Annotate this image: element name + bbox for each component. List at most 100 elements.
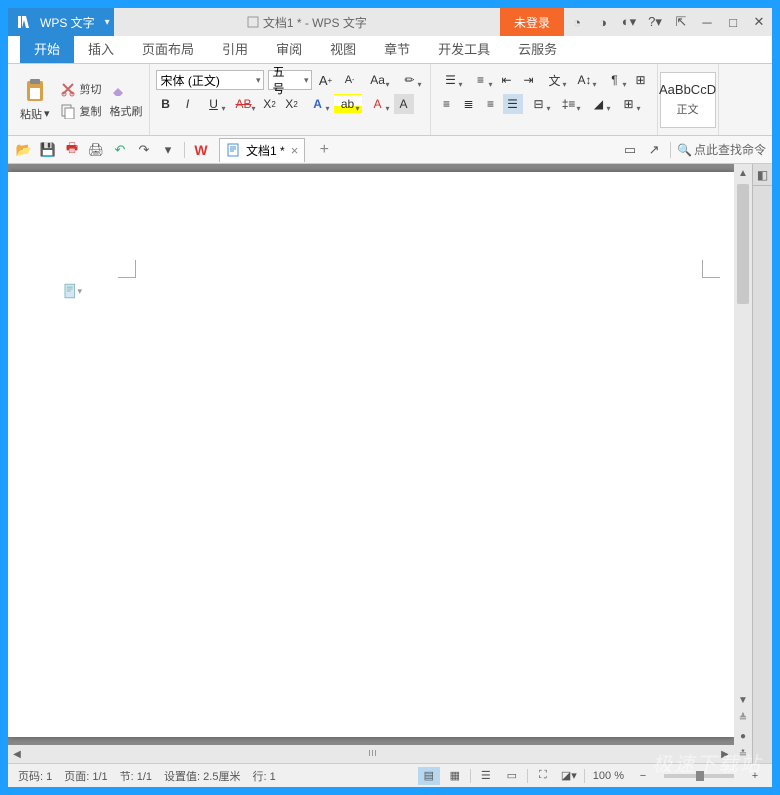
document-tab[interactable]: 文档1 * × bbox=[219, 138, 305, 162]
app-menu-dropdown[interactable]: ▾ bbox=[101, 15, 114, 30]
scroll-up-icon[interactable]: ▲ bbox=[734, 164, 752, 182]
zoom-in-icon[interactable]: + bbox=[744, 767, 766, 785]
tab-page-layout[interactable]: 页面布局 bbox=[128, 34, 208, 63]
close-tab-icon[interactable]: × bbox=[291, 143, 299, 158]
shading-button[interactable]: ◢ bbox=[585, 94, 613, 114]
eraser-button[interactable] bbox=[110, 81, 143, 97]
document-page[interactable]: ▾ bbox=[8, 172, 734, 737]
font-color-button[interactable]: A bbox=[304, 94, 332, 114]
tab-insert[interactable]: 插入 bbox=[74, 34, 128, 63]
scroll-right-icon[interactable]: ▶ bbox=[716, 745, 734, 763]
page-marker-icon[interactable]: ▾ bbox=[64, 282, 82, 300]
maximize-icon[interactable]: □ bbox=[720, 8, 746, 36]
open-icon[interactable]: 📂 bbox=[14, 140, 34, 160]
skin-icon[interactable]: ◐▾ bbox=[616, 8, 642, 36]
zoom-out-icon[interactable]: − bbox=[632, 767, 654, 785]
distribute-button[interactable]: ⊟ bbox=[525, 94, 553, 114]
vertical-scrollbar[interactable]: ▲ ▼ ≜ ● ≛ bbox=[734, 164, 752, 763]
search-command[interactable]: 🔍 点此查找命令 bbox=[677, 141, 766, 158]
subscript-button[interactable]: X2 bbox=[282, 94, 302, 114]
wps-home-icon[interactable]: W bbox=[191, 140, 211, 160]
strikethrough-button[interactable]: AB bbox=[230, 94, 258, 114]
italic-button[interactable]: I bbox=[178, 94, 198, 114]
font-name-select[interactable]: 宋体 (正文)▾ bbox=[156, 70, 264, 90]
tab-cloud[interactable]: 云服务 bbox=[504, 34, 571, 63]
export-icon[interactable]: ↗ bbox=[644, 140, 664, 160]
view-reading-icon[interactable]: ▭ bbox=[501, 767, 523, 785]
view-fullscreen-icon[interactable]: ⛶ bbox=[532, 767, 554, 785]
text-direction-button[interactable]: 文 bbox=[541, 70, 569, 90]
horizontal-scrollbar[interactable]: ◀ ▶ bbox=[8, 745, 734, 763]
change-case-button[interactable]: Aa bbox=[364, 70, 392, 90]
paste-button[interactable]: 粘贴▾ bbox=[14, 76, 56, 124]
text-effects-button[interactable]: A bbox=[364, 94, 392, 114]
tab-view[interactable]: 视图 bbox=[316, 34, 370, 63]
undo-icon[interactable]: ↶ bbox=[110, 140, 130, 160]
format-painter-button[interactable]: 格式刷 bbox=[110, 103, 143, 119]
cut-button[interactable]: 剪切 bbox=[60, 81, 102, 97]
tab-review[interactable]: 审阅 bbox=[262, 34, 316, 63]
status-page-no[interactable]: 页码: 1 bbox=[14, 768, 56, 784]
underline-button[interactable]: U bbox=[200, 94, 228, 114]
borders-button[interactable]: ⊞ bbox=[615, 94, 643, 114]
upload-icon[interactable]: ⇱ bbox=[668, 8, 694, 36]
copy-button[interactable]: 复制 bbox=[60, 103, 102, 119]
login-button[interactable]: 未登录 bbox=[500, 8, 564, 36]
tab-start[interactable]: 开始 bbox=[20, 34, 74, 63]
tab-reference[interactable]: 引用 bbox=[208, 34, 262, 63]
increase-indent-button[interactable]: ⇥ bbox=[519, 70, 539, 90]
align-center-button[interactable]: ≣ bbox=[459, 94, 479, 114]
view-options-icon[interactable]: ◪▾ bbox=[558, 767, 580, 785]
clear-format-button[interactable]: ✏ bbox=[396, 70, 424, 90]
decrease-indent-button[interactable]: ⇤ bbox=[497, 70, 517, 90]
style-normal[interactable]: AaBbCcD 正文 bbox=[660, 72, 716, 128]
status-page-count[interactable]: 页面: 1/1 bbox=[60, 768, 111, 784]
number-list-button[interactable]: ≡ bbox=[467, 70, 495, 90]
superscript-button[interactable]: X2 bbox=[260, 94, 280, 114]
sort-button[interactable]: ¶ bbox=[601, 70, 629, 90]
side-panel-toggle-icon[interactable]: ◧ bbox=[753, 164, 772, 186]
status-line[interactable]: 行: 1 bbox=[248, 768, 279, 784]
close-icon[interactable]: ✕ bbox=[746, 8, 772, 36]
bold-button[interactable]: B bbox=[156, 94, 176, 114]
align-left-button[interactable]: ≡ bbox=[437, 94, 457, 114]
align-justify-button[interactable]: ☰ bbox=[503, 94, 523, 114]
presentation-icon[interactable]: ▭ bbox=[620, 140, 640, 160]
save-icon[interactable]: 💾 bbox=[38, 140, 58, 160]
cloud-icon[interactable]: ◔ bbox=[564, 8, 590, 36]
print-preview-icon[interactable]: 🖶 bbox=[62, 140, 82, 160]
zoom-slider[interactable] bbox=[664, 774, 734, 778]
status-setting[interactable]: 设置值: 2.5厘米 bbox=[160, 768, 244, 784]
qa-dropdown-icon[interactable]: ▾ bbox=[158, 140, 178, 160]
decrease-font-button[interactable]: A- bbox=[340, 70, 360, 90]
spacing-button[interactable]: ‡≡ bbox=[555, 94, 583, 114]
line-spacing-button[interactable]: A↕ bbox=[571, 70, 599, 90]
prev-page-icon[interactable]: ≜ bbox=[734, 709, 752, 727]
align-right-button[interactable]: ≡ bbox=[481, 94, 501, 114]
help-icon[interactable]: ?▾ bbox=[642, 8, 668, 36]
redo-icon[interactable]: ↷ bbox=[134, 140, 154, 160]
minimize-icon[interactable]: ─ bbox=[694, 8, 720, 36]
show-marks-button[interactable]: ⊞ bbox=[631, 70, 651, 90]
view-web-icon[interactable]: ☰ bbox=[475, 767, 497, 785]
scroll-thumb[interactable] bbox=[737, 184, 749, 304]
char-shading-button[interactable]: A bbox=[394, 94, 414, 114]
tab-dev-tools[interactable]: 开发工具 bbox=[424, 34, 504, 63]
zoom-value[interactable]: 100 % bbox=[589, 770, 628, 782]
status-section[interactable]: 节: 1/1 bbox=[116, 768, 156, 784]
view-print-layout-icon[interactable]: ▤ bbox=[418, 767, 440, 785]
highlight-button[interactable]: ab bbox=[334, 94, 362, 114]
new-tab-button[interactable]: + bbox=[313, 139, 335, 161]
increase-font-button[interactable]: A+ bbox=[316, 70, 336, 90]
tab-chapter[interactable]: 章节 bbox=[370, 34, 424, 63]
bullet-list-button[interactable]: ☰ bbox=[437, 70, 465, 90]
browse-object-icon[interactable]: ● bbox=[734, 727, 752, 745]
view-outline-icon[interactable]: ▦ bbox=[444, 767, 466, 785]
print-icon[interactable]: 🖨 bbox=[86, 140, 106, 160]
scroll-down-icon[interactable]: ▼ bbox=[734, 691, 752, 709]
font-size-select[interactable]: 五号▾ bbox=[268, 70, 312, 90]
style-name: 正文 bbox=[677, 101, 699, 117]
sync-icon[interactable]: ◑ bbox=[590, 8, 616, 36]
next-page-icon[interactable]: ≛ bbox=[734, 745, 752, 763]
scroll-left-icon[interactable]: ◀ bbox=[8, 745, 26, 763]
